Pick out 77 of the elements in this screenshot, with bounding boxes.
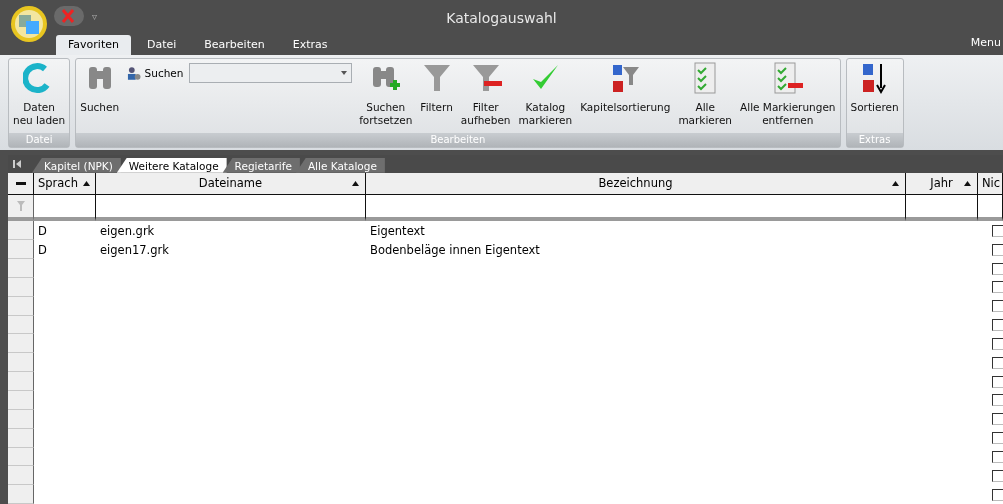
menu-link[interactable]: Menu — [970, 36, 1001, 49]
row-checkbox[interactable] — [992, 394, 1003, 407]
quick-access-dropdown[interactable]: ▿ — [92, 10, 98, 22]
ribbon-tab[interactable]: Bearbeiten — [192, 35, 277, 55]
ribbon-tab[interactable]: Extras — [280, 35, 340, 55]
group-title: Datei — [9, 133, 70, 147]
ribbon-button[interactable]: Alle markieren — [677, 61, 734, 127]
select-all-header[interactable] — [8, 172, 34, 195]
ribbon-button[interactable]: Daten neu laden — [12, 61, 67, 127]
table-cell-text: D — [37, 241, 48, 259]
column-header[interactable]: Nic — [978, 172, 1003, 195]
sort-arrow-icon — [83, 180, 90, 186]
person-gear-icon — [126, 65, 142, 81]
row-checkbox[interactable] — [992, 243, 1003, 256]
row-checkbox[interactable] — [992, 281, 1003, 294]
group-title: Extras — [846, 133, 903, 147]
ribbon-button[interactable]: Kapitelsortierung — [579, 61, 672, 114]
row-checkbox[interactable] — [992, 356, 1003, 369]
row-checkbox[interactable] — [992, 262, 1003, 275]
sort-arrow-icon — [352, 180, 359, 186]
table-cell-text: eigen.grk — [99, 222, 156, 240]
column-header[interactable]: Dateiname — [96, 172, 366, 195]
catalog-tab[interactable]: Weitere Kataloge — [116, 157, 227, 173]
checklist-minus-icon — [771, 61, 804, 95]
sort-arrow-icon — [964, 180, 971, 186]
row-checkbox[interactable] — [992, 319, 1003, 332]
catalog-tab[interactable]: Kapitel (NPK) — [32, 157, 121, 173]
ribbon-button[interactable]: Filter aufheben — [459, 61, 512, 127]
row-checkbox[interactable] — [992, 413, 1003, 426]
row-selector[interactable] — [8, 372, 34, 391]
filter-field[interactable] — [906, 194, 978, 222]
table-cell-text: eigen17.grk — [99, 241, 170, 259]
ribbon-button[interactable]: Suchen — [79, 61, 121, 114]
filter-field[interactable] — [366, 194, 906, 222]
ribbon-button[interactable]: Filtern — [419, 61, 454, 114]
caret-icon — [341, 71, 348, 75]
row-checkbox[interactable] — [992, 450, 1003, 463]
catalog-tab[interactable]: Alle Kataloge — [295, 157, 385, 173]
row-checkbox[interactable] — [992, 224, 1003, 237]
search-label: Suchen — [144, 67, 184, 79]
row-checkbox[interactable] — [992, 337, 1003, 350]
row-selector[interactable] — [8, 221, 34, 241]
column-header[interactable]: Sprach — [34, 172, 96, 195]
row-selector[interactable] — [8, 353, 34, 373]
window-title: Katalogauswahl — [446, 10, 557, 26]
row-selector[interactable] — [8, 391, 34, 410]
filter-field[interactable] — [34, 194, 96, 222]
catalog-tab[interactable]: Regietarife — [222, 157, 300, 173]
app-orb-icon[interactable] — [10, 5, 48, 43]
ribbon-button[interactable]: Katalog markieren — [517, 61, 574, 127]
row-selector[interactable] — [8, 240, 34, 260]
row-selector[interactable] — [8, 259, 34, 278]
ribbon-tab[interactable]: Datei — [134, 35, 189, 55]
row-checkbox[interactable] — [992, 488, 1003, 501]
row-selector[interactable] — [8, 466, 34, 486]
table-cell-text: Bodenbeläge innen Eigentext — [369, 241, 541, 259]
row-checkbox[interactable] — [992, 469, 1003, 482]
ribbon-button[interactable]: Sortieren — [849, 61, 900, 114]
column-header[interactable]: Bezeichnung — [366, 172, 906, 195]
column-header[interactable]: Jahr — [906, 172, 978, 195]
table-cell-text: Eigentext — [369, 222, 426, 240]
filter-icon — [16, 201, 25, 212]
row-selector[interactable] — [8, 485, 34, 504]
first-tab-icon[interactable] — [12, 158, 22, 169]
row-checkbox[interactable] — [992, 375, 1003, 388]
group-title: Bearbeiten — [76, 133, 840, 147]
ribbon-button[interactable]: Alle Markierungen entfernen — [739, 61, 837, 127]
filter-field[interactable] — [96, 194, 366, 222]
minus-icon — [15, 181, 26, 185]
table-cell-text: D — [37, 222, 48, 240]
ribbon-button[interactable]: Suchen fortsetzen — [358, 61, 414, 127]
row-selector[interactable] — [8, 334, 34, 354]
row-checkbox[interactable] — [992, 300, 1003, 313]
sort-arrow-icon — [892, 180, 899, 186]
row-checkbox[interactable] — [992, 432, 1003, 445]
filter-field[interactable] — [978, 194, 1003, 222]
ribbon-tab[interactable]: Favoriten — [56, 35, 131, 55]
